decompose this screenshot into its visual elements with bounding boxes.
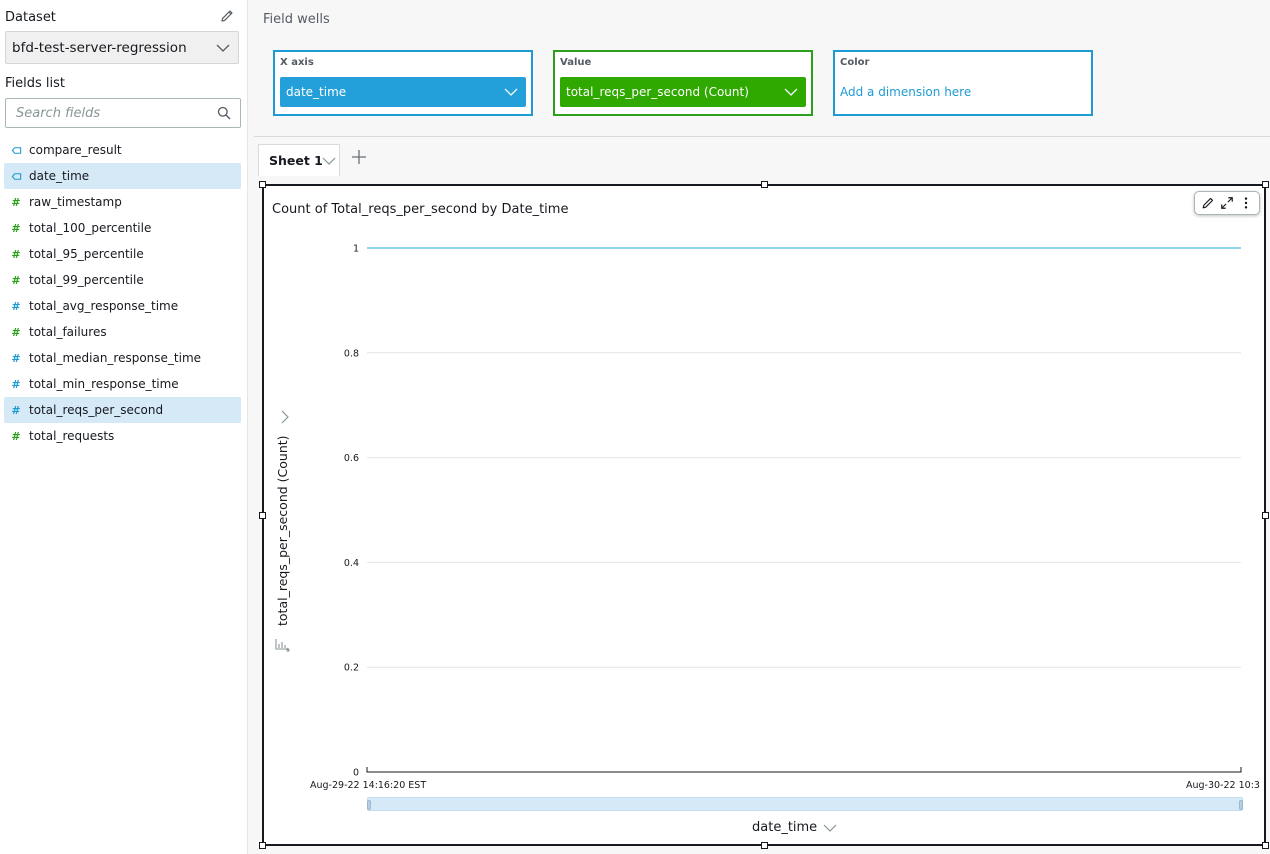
dimension-tag-icon xyxy=(10,170,22,182)
field-item-label: total_99_percentile xyxy=(29,273,144,287)
hash-icon: # xyxy=(11,221,21,235)
sheet-tab-label: Sheet 1 xyxy=(269,153,323,168)
resize-handle[interactable] xyxy=(1262,842,1269,849)
field-item-label: total_requests xyxy=(29,429,115,443)
chevron-down-icon[interactable] xyxy=(322,155,336,167)
field-list: compare_result date_time # raw_timestamp # to… xyxy=(4,137,241,449)
field-item-total-95-percentile[interactable]: # total_95_percentile xyxy=(4,241,241,267)
field-item-compare-result[interactable]: compare_result xyxy=(4,137,241,163)
add-sheet-icon[interactable] xyxy=(350,148,368,166)
hash-icon: # xyxy=(11,273,21,287)
field-item-total-100-percentile[interactable]: # total_100_percentile xyxy=(4,215,241,241)
x-tick-label-end: Aug-30-22 10:3 xyxy=(1186,780,1260,791)
field-item-label: date_time xyxy=(29,169,90,183)
sheet-tabs-bar: Sheet 1 xyxy=(254,136,1270,176)
x-axis-line xyxy=(366,767,1242,773)
edit-dataset-icon[interactable] xyxy=(219,8,235,24)
chevron-down-icon xyxy=(216,44,230,52)
field-item-total-99-percentile[interactable]: # total_99_percentile xyxy=(4,267,241,293)
search-fields-input[interactable] xyxy=(16,105,206,121)
fields-list-label: Fields list xyxy=(5,76,66,91)
fields-sidebar: Dataset bfd-test-server-regression Field… xyxy=(0,0,248,854)
field-item-label: total_reqs_per_second xyxy=(29,403,164,417)
line-chart-visual[interactable]: Count of Total_reqs_per_second by Date_t… xyxy=(259,181,1269,849)
dataset-select-value: bfd-test-server-regression xyxy=(12,39,187,56)
color-well-label: Color xyxy=(840,57,870,68)
color-well[interactable]: Color Add a dimension here xyxy=(833,50,1093,116)
field-item-raw-timestamp[interactable]: # raw_timestamp xyxy=(4,189,241,215)
field-item-date-time[interactable]: date_time xyxy=(4,163,241,189)
x-axis-title[interactable]: date_time xyxy=(752,820,837,835)
y-axis-title[interactable]: total_reqs_per_second (Count) xyxy=(275,435,290,626)
hash-icon: # xyxy=(11,299,21,313)
x-tick-label-start: Aug-29-22 14:16:20 EST xyxy=(310,780,427,791)
field-item-label: total_95_percentile xyxy=(29,247,144,261)
y-tick-label: 0.6 xyxy=(344,453,359,464)
sheet-tab-1[interactable]: Sheet 1 xyxy=(258,144,340,176)
search-icon[interactable] xyxy=(217,106,231,120)
field-item-total-median-response-time[interactable]: # total_median_response_time xyxy=(4,345,241,371)
x-axis-range-scrollbar[interactable] xyxy=(367,797,1243,811)
value-well[interactable]: Value total_reqs_per_second (Count) xyxy=(553,50,813,116)
range-start-handle[interactable] xyxy=(367,800,371,810)
field-wells-title: Field wells xyxy=(263,12,330,27)
field-item-total-min-response-time[interactable]: # total_min_response_time xyxy=(4,371,241,397)
resize-handle[interactable] xyxy=(259,842,266,849)
hash-icon: # xyxy=(11,429,21,443)
y-tick-label: 0 xyxy=(353,768,359,779)
hash-icon: # xyxy=(11,377,21,391)
chevron-right-icon[interactable] xyxy=(279,410,291,424)
field-item-label: total_median_response_time xyxy=(29,351,202,365)
value-field-pill[interactable]: total_reqs_per_second (Count) xyxy=(560,77,806,107)
resize-handle[interactable] xyxy=(761,842,768,849)
x-axis-well[interactable]: X axis date_time xyxy=(273,50,533,116)
value-well-label: Value xyxy=(560,57,592,68)
field-item-total-avg-response-time[interactable]: # total_avg_response_time xyxy=(4,293,241,319)
hash-icon: # xyxy=(11,195,21,209)
hash-icon: # xyxy=(11,351,21,365)
range-end-handle[interactable] xyxy=(1239,800,1243,810)
sort-icon[interactable] xyxy=(275,638,291,652)
chevron-down-icon[interactable] xyxy=(823,822,837,834)
field-item-total-reqs-per-second[interactable]: # total_reqs_per_second xyxy=(4,397,241,423)
field-item-label: raw_timestamp xyxy=(29,195,122,209)
hash-icon: # xyxy=(11,247,21,261)
search-fields xyxy=(5,98,241,128)
field-item-total-failures[interactable]: # total_failures xyxy=(4,319,241,345)
y-tick-label: 0.2 xyxy=(344,663,359,674)
field-item-label: total_100_percentile xyxy=(29,221,152,235)
x-axis-well-label: X axis xyxy=(280,57,314,68)
field-item-label: compare_result xyxy=(29,143,122,157)
field-item-total-requests[interactable]: # total_requests xyxy=(4,423,241,449)
chart-plot-area: 0 0.2 0.4 0.6 0.8 1 xyxy=(344,244,1242,779)
x-axis-title-text: date_time xyxy=(752,820,818,835)
y-tick-label: 0.8 xyxy=(344,348,359,359)
dataset-label: Dataset xyxy=(5,10,56,25)
field-item-label: total_failures xyxy=(29,325,107,339)
value-field-name: total_reqs_per_second (Count) xyxy=(566,85,749,99)
hash-icon: # xyxy=(11,403,21,417)
y-tick-label: 0.4 xyxy=(344,558,359,569)
add-dimension-link[interactable]: Add a dimension here xyxy=(840,85,971,99)
y-tick-label: 1 xyxy=(353,244,359,255)
dataset-select[interactable]: bfd-test-server-regression xyxy=(5,31,239,64)
chevron-down-icon xyxy=(504,88,518,96)
x-axis-field-name: date_time xyxy=(286,85,347,99)
field-item-label: total_min_response_time xyxy=(29,377,179,391)
dimension-tag-icon xyxy=(10,144,22,156)
chevron-down-icon xyxy=(784,88,798,96)
field-item-label: total_avg_response_time xyxy=(29,299,179,313)
hash-icon: # xyxy=(11,325,21,339)
x-axis-field-pill[interactable]: date_time xyxy=(280,77,526,107)
